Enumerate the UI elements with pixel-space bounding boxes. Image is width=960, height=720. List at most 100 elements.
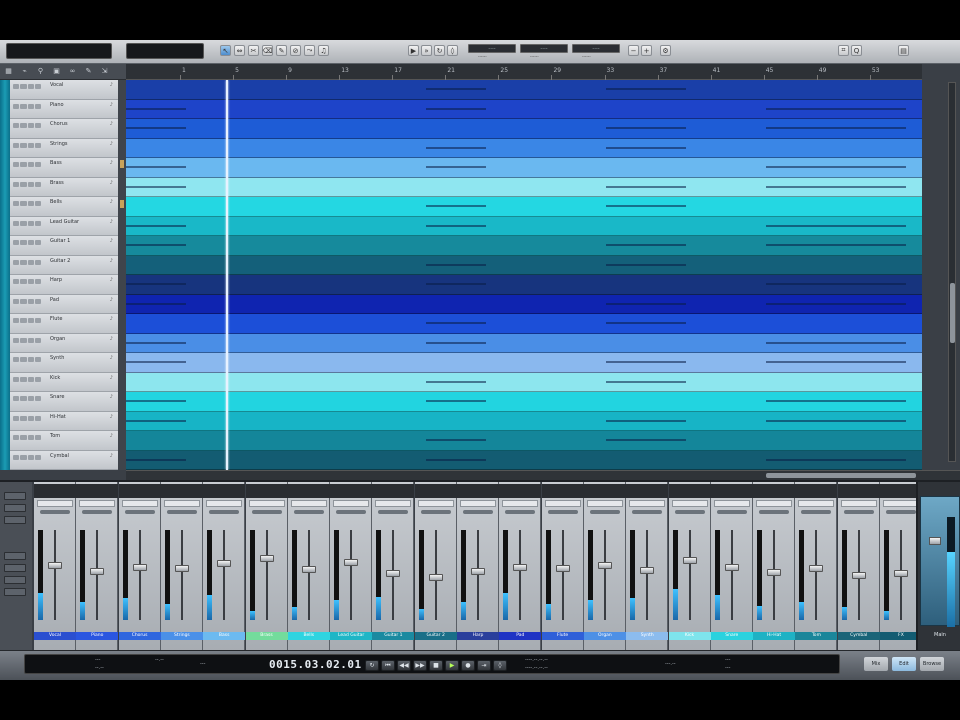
- track-lane[interactable]: [126, 80, 922, 100]
- record-button[interactable]: [27, 376, 34, 382]
- mixer-option-button[interactable]: [4, 504, 26, 512]
- monitor-button[interactable]: [34, 240, 41, 245]
- listen-icon[interactable]: ♫: [318, 45, 329, 56]
- inspector-collapsed[interactable]: [0, 80, 10, 470]
- track-name[interactable]: Vocal: [50, 82, 63, 88]
- record-button[interactable]: [27, 240, 34, 245]
- play-icon[interactable]: ▶: [445, 660, 459, 671]
- midi-notes[interactable]: [606, 361, 686, 364]
- tempo-readout[interactable]: ---.--: [665, 661, 676, 667]
- record-button[interactable]: [27, 298, 34, 304]
- channel-name[interactable]: Flute: [541, 632, 584, 640]
- range-icon[interactable]: ⇔: [234, 45, 245, 56]
- record-button[interactable]: [27, 103, 34, 109]
- channel-name[interactable]: Chorus: [118, 632, 161, 640]
- volume-fader[interactable]: [217, 560, 232, 568]
- midi-notes[interactable]: [126, 302, 186, 305]
- track-lane[interactable]: [126, 372, 922, 392]
- channel-name[interactable]: Pad: [499, 632, 542, 640]
- mute-button[interactable]: [13, 259, 20, 265]
- channel-io[interactable]: [287, 484, 330, 498]
- view-browse-button[interactable]: Browse: [920, 657, 944, 671]
- midi-notes[interactable]: [766, 127, 906, 130]
- midi-notes[interactable]: [766, 244, 906, 247]
- midi-notes[interactable]: [766, 361, 906, 364]
- track-name[interactable]: Organ: [50, 336, 65, 342]
- pan-slider[interactable]: [420, 510, 451, 514]
- record-button[interactable]: [27, 201, 34, 206]
- mixer-option-button[interactable]: [4, 492, 26, 500]
- track-buttons[interactable]: [13, 123, 41, 128]
- track-name[interactable]: Flute: [50, 316, 62, 322]
- track-lane[interactable]: [126, 138, 922, 158]
- channel-io[interactable]: [203, 484, 246, 498]
- folder-icon[interactable]: ▣: [52, 67, 61, 76]
- midi-notes[interactable]: [766, 400, 906, 403]
- monitor-button[interactable]: [34, 103, 41, 109]
- mixer-option-button[interactable]: [4, 576, 26, 584]
- mute-button[interactable]: [13, 142, 20, 148]
- record-icon[interactable]: ●: [461, 660, 475, 671]
- channel-insert-slot[interactable]: [883, 500, 919, 507]
- monitor-button[interactable]: [34, 259, 41, 265]
- midi-notes[interactable]: [426, 322, 486, 325]
- volume-fader[interactable]: [386, 570, 401, 578]
- track-name[interactable]: Snare: [50, 394, 64, 400]
- channel-insert-slot[interactable]: [840, 500, 877, 507]
- bend-icon[interactable]: ⤳: [304, 45, 315, 56]
- midi-notes[interactable]: [126, 166, 186, 169]
- track-name[interactable]: Guitar 2: [50, 258, 70, 264]
- track-lane[interactable]: [126, 450, 922, 470]
- zoom-in-icon[interactable]: +: [641, 45, 652, 56]
- solo-button[interactable]: [20, 396, 27, 401]
- channel-io[interactable]: [795, 484, 838, 498]
- vertical-scroll-thumb[interactable]: [950, 283, 955, 343]
- pan-slider[interactable]: [632, 510, 663, 514]
- midi-notes[interactable]: [126, 283, 186, 286]
- midi-notes[interactable]: [766, 224, 906, 227]
- solo-button[interactable]: [20, 298, 27, 304]
- add-track-icon[interactable]: ▦: [4, 67, 13, 76]
- record-button[interactable]: [27, 142, 34, 148]
- track-lane[interactable]: [126, 333, 922, 353]
- track-buttons[interactable]: [13, 162, 41, 167]
- monitor-button[interactable]: [34, 123, 41, 128]
- mute-button[interactable]: [13, 318, 20, 323]
- channel-name[interactable]: Harp: [457, 632, 499, 640]
- loop-end[interactable]: ----.--.--.--: [525, 665, 548, 671]
- track-lane[interactable]: [126, 294, 922, 314]
- track-name[interactable]: Cymbal: [50, 453, 69, 459]
- arrange-view[interactable]: [126, 80, 922, 470]
- channel-io[interactable]: [245, 484, 288, 498]
- pan-slider[interactable]: [674, 510, 705, 514]
- channel-insert-slot[interactable]: [544, 500, 581, 507]
- track-name[interactable]: Pad: [50, 297, 59, 303]
- midi-notes[interactable]: [426, 166, 486, 169]
- track-buttons[interactable]: [13, 396, 41, 401]
- track-header[interactable]: Tom ♪: [10, 431, 118, 451]
- channel-name[interactable]: Guitar 2: [414, 632, 457, 640]
- channel-io[interactable]: [330, 484, 373, 498]
- track-buttons[interactable]: [13, 181, 41, 187]
- monitor-button[interactable]: [34, 298, 41, 304]
- view-mix-button[interactable]: Mix: [864, 657, 888, 671]
- midi-notes[interactable]: [766, 107, 906, 110]
- track-lane[interactable]: [126, 314, 922, 334]
- channel-insert-slot[interactable]: [79, 500, 116, 507]
- pan-slider[interactable]: [293, 510, 324, 514]
- monitor-button[interactable]: [34, 435, 41, 440]
- record-button[interactable]: [27, 220, 34, 226]
- volume-fader[interactable]: [48, 561, 62, 569]
- pan-slider[interactable]: [843, 510, 874, 514]
- track-name[interactable]: Lead Guitar: [50, 219, 79, 225]
- track-header[interactable]: Bells ♪: [10, 197, 118, 217]
- midi-notes[interactable]: [766, 458, 906, 461]
- expand-icon[interactable]: ⇲: [100, 67, 109, 76]
- automation-icon[interactable]: ⌁: [20, 67, 29, 76]
- channel-insert-slot[interactable]: [206, 500, 243, 507]
- track-name[interactable]: Brass: [50, 180, 64, 186]
- track-name[interactable]: Bells: [50, 199, 62, 205]
- toolbar-field[interactable]: ----: [468, 44, 516, 53]
- channel-io[interactable]: [160, 484, 203, 498]
- track-buttons[interactable]: [13, 201, 41, 206]
